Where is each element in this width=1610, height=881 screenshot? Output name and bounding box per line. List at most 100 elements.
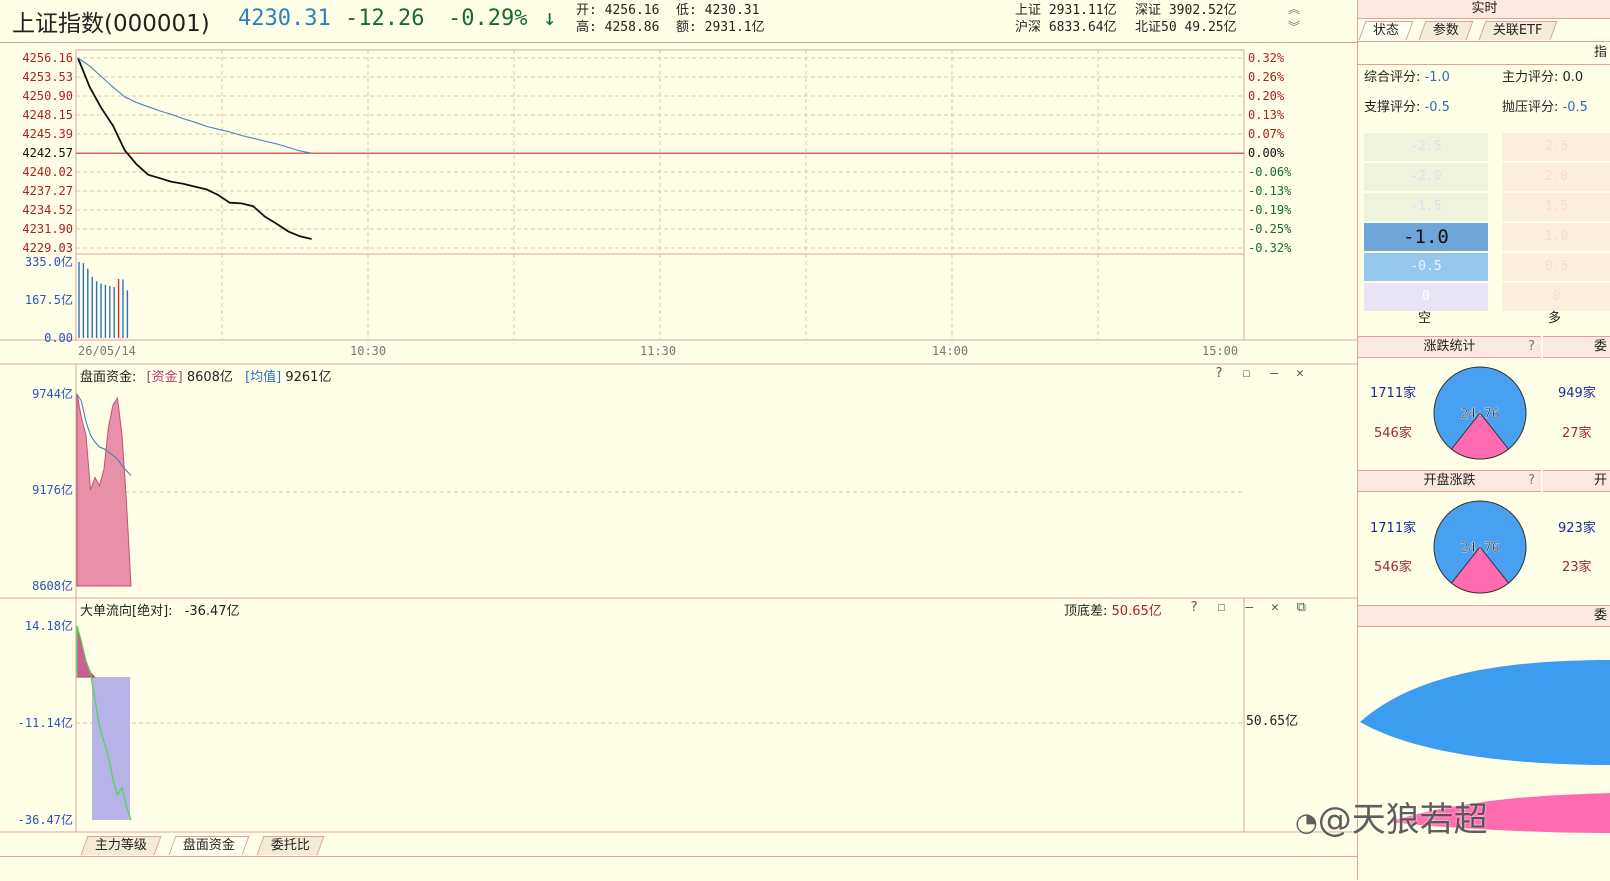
price-tick-label: 4240.02 (22, 165, 73, 179)
side-rise: 949家 (1558, 386, 1596, 401)
order-ratio-shape (1360, 660, 1610, 833)
rise-stats-title: 涨跌统计 (1423, 339, 1476, 354)
volume-tick-label: 335.0亿 (25, 254, 73, 269)
rise-fall-pie: 24:76 (1433, 366, 1527, 460)
bottom-tabs: 主力等级 盘面资金 委托比 (80, 834, 380, 856)
sh-value: 2931.11亿 (1048, 3, 1117, 18)
price-tick-label: 4234.52 (22, 203, 73, 217)
rise-count: 1711家 (1370, 386, 1417, 401)
pct-tick-label: 0.20% (1248, 89, 1285, 103)
price-tick-label: 4245.39 (22, 127, 73, 141)
price-tick-label: 4237.27 (22, 184, 73, 198)
pct-tick-label: -0.19% (1248, 203, 1292, 217)
price-tick-label: 4250.90 (22, 89, 73, 103)
score-total: 综合评分: -1.0 (1364, 70, 1450, 85)
sh-label: 上证 (1015, 3, 1042, 18)
price-tick-label: 4253.53 (22, 70, 73, 84)
score-support: 支撑评分: -0.5 (1364, 100, 1450, 115)
tab-fund[interactable]: 盘面资金 (168, 836, 250, 855)
amount-value: 2931.1亿 (704, 20, 765, 35)
price-tick-label: 4231.90 (22, 222, 73, 236)
side-open-rise: 923家 (1558, 521, 1596, 536)
open-rise-count: 1711家 (1370, 521, 1417, 536)
score-bar: 2.5 (1502, 133, 1610, 161)
price-change-pct: -0.29% (448, 6, 528, 31)
price-change: -12.26 (345, 6, 425, 31)
time-tick-label: 26/05/14 (78, 344, 136, 358)
high-label: 高: (576, 20, 597, 35)
high-value: 4258.86 (604, 20, 660, 35)
score-bars-left: -2.5 -2.0 -1.5 -1.0 -0.5 0 (1364, 133, 1488, 311)
pct-tick-label: 0.00% (1248, 146, 1285, 160)
tab-params[interactable]: 参数 (1418, 21, 1474, 40)
index-name: 上证指数(000001) (12, 11, 210, 37)
volume-tick-label: 167.5亿 (25, 292, 73, 307)
fund-value: 8608亿 (186, 370, 233, 385)
maximize-icon[interactable]: ☐ (1218, 600, 1226, 615)
pane3-value: -36.47亿 (184, 604, 240, 619)
sz-value: 3902.52亿 (1168, 3, 1237, 18)
collapse-down-icon[interactable]: ︾ (1288, 19, 1300, 35)
price-tick-label: 4242.57 (22, 146, 73, 160)
pct-tick-label: 0.26% (1248, 70, 1285, 84)
price-tick-label: 4256.16 (22, 51, 73, 65)
tab-status[interactable]: 状态 (1358, 21, 1414, 40)
avg-price-line (77, 57, 312, 154)
help-icon[interactable]: ? (1528, 471, 1535, 491)
open-fall-count: 546家 (1374, 560, 1412, 575)
quote-header: 上证指数(000001) 4230.31 -12.26 -0.29% ↓ 开: … (0, 0, 1357, 43)
minimize-icon[interactable]: — (1270, 366, 1278, 381)
pct-tick-label: -0.25% (1248, 222, 1292, 236)
price-tick-label: 4229.03 (22, 241, 73, 255)
close-icon[interactable]: ✕ (1271, 600, 1279, 615)
collapse-up-icon[interactable]: ︽ (1288, 1, 1300, 17)
pane3-right-value: 50.65亿 (1246, 714, 1299, 729)
diff-value: 50.65亿 (1111, 604, 1162, 619)
fund-tick-label: 9176亿 (32, 482, 73, 497)
low-value: 4230.31 (704, 3, 760, 18)
score-bar: -2.5 (1364, 133, 1488, 161)
buy-shape (1360, 660, 1610, 765)
tab-related-etf[interactable]: 关联ETF (1478, 21, 1558, 40)
help-icon[interactable]: ? (1528, 337, 1535, 357)
score-bar: -1.5 (1364, 193, 1488, 221)
side-head-1: 委 (1543, 336, 1610, 358)
pct-tick-label: -0.32% (1248, 241, 1292, 255)
side-fall: 27家 (1562, 426, 1592, 441)
open-stats-title: 开盘涨跌 (1423, 473, 1476, 488)
pane3-title: 大单流向[绝对]: (80, 604, 173, 619)
bz-label: 北证50 (1135, 20, 1177, 35)
pane2-title: 盘面资金: (80, 370, 137, 385)
fund-tick-label: 8608亿 (32, 578, 73, 593)
panel-title: 实时 (1358, 0, 1610, 19)
minimize-icon[interactable]: — (1245, 600, 1253, 615)
open-label: 开: (576, 3, 597, 18)
watermark-text: @天狼若超 (1317, 800, 1488, 840)
pct-tick-label: -0.06% (1248, 165, 1292, 179)
tab-order-ratio[interactable]: 委托比 (256, 836, 325, 855)
maximize-icon[interactable]: ☐ (1243, 366, 1251, 381)
score-bars-right: 2.5 2.0 1.5 1.0 0.5 0 (1502, 133, 1610, 311)
close-icon[interactable]: ✕ (1296, 366, 1304, 381)
hs-label: 沪深 (1015, 20, 1042, 35)
tab-main-level[interactable]: 主力等级 (80, 836, 162, 855)
help-icon[interactable]: ? (1215, 366, 1223, 381)
duo-label: 多 (1548, 311, 1562, 326)
time-tick-label: 10:30 (350, 344, 386, 358)
watermark: ◔@天狼若超 (1295, 792, 1488, 841)
popout-icon[interactable]: ⧉ (1297, 600, 1306, 615)
pane3-header: 大单流向[绝对]: -36.47亿 (80, 600, 240, 619)
avg-label: [均值] (245, 370, 282, 385)
status-strip (0, 856, 1357, 881)
time-tick-label: 11:30 (640, 344, 676, 358)
panel-tabs: 状态 参数 关联ETF (1358, 19, 1610, 42)
fund-label: [资金] (146, 370, 183, 385)
hs-value: 6833.64亿 (1048, 20, 1117, 35)
pct-tick-label: 0.07% (1248, 127, 1285, 141)
side-head-top: 指 (1358, 42, 1610, 65)
help-icon[interactable]: ? (1190, 600, 1198, 615)
flow-tick-label: -36.47亿 (18, 812, 73, 827)
volume-tick-label: 0.00 (44, 331, 73, 345)
amount-label: 额: (676, 20, 697, 35)
fall-count: 546家 (1374, 426, 1412, 441)
